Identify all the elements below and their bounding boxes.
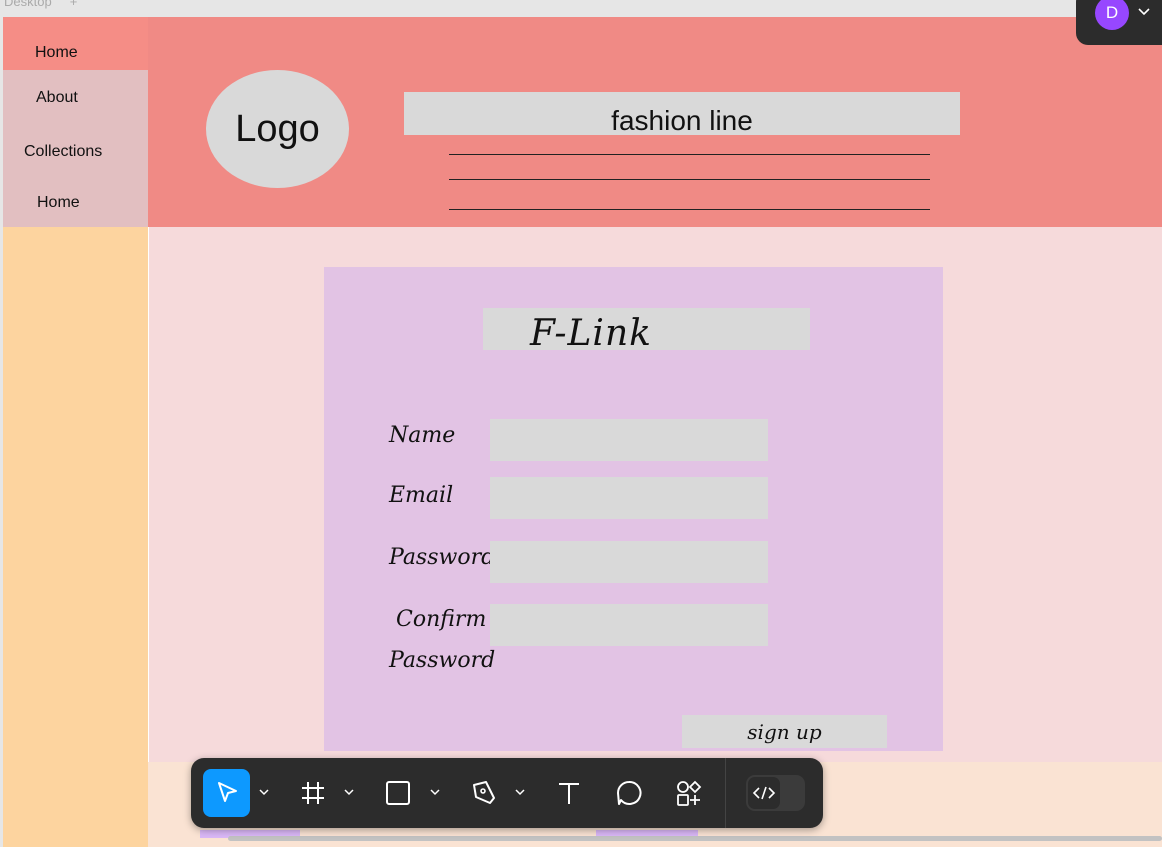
brand-title: fashion line (404, 92, 960, 135)
avatar[interactable]: D (1095, 0, 1129, 30)
frame-name: Desktop (4, 0, 52, 9)
sidebar-item-home-2[interactable]: Home (37, 194, 80, 212)
design-canvas: Home About Collections Home Logo fashion… (3, 17, 1162, 847)
pen-options-chevron[interactable] (514, 786, 526, 798)
password-label: Password (389, 545, 496, 570)
comment-icon (616, 780, 641, 805)
toolbar-divider (725, 758, 726, 828)
chevron-down-icon (259, 789, 269, 796)
confirm-password-label-line1: Confirm (396, 607, 487, 632)
sidebar: Home About Collections Home (3, 17, 148, 847)
header-rule-3 (449, 209, 930, 210)
horizontal-scrollbar[interactable] (228, 836, 1162, 841)
text-icon (558, 783, 579, 804)
name-label: Name (389, 423, 456, 448)
text-tool[interactable] (545, 769, 592, 817)
pen-icon (472, 781, 495, 804)
rectangle-tool[interactable] (374, 769, 421, 817)
header-rule-2 (449, 179, 930, 180)
content-divider (148, 227, 149, 762)
move-options-chevron[interactable] (258, 786, 270, 798)
sidebar-item-about[interactable]: About (36, 89, 78, 107)
email-field[interactable] (490, 477, 768, 519)
shape-options-chevron[interactable] (429, 786, 441, 798)
sidebar-menu: Home About Collections Home (3, 17, 148, 227)
chevron-down-icon (430, 789, 440, 796)
dev-mode-knob (748, 777, 780, 809)
user-menu[interactable]: D (1076, 0, 1162, 45)
confirm-password-label-line2: Password (389, 648, 496, 673)
frame-add-icon[interactable]: + (70, 0, 78, 9)
dev-mode-toggle[interactable] (746, 775, 805, 811)
sign-up-button[interactable]: sign up (682, 715, 887, 748)
chevron-down-icon (515, 789, 525, 796)
design-toolbar (191, 758, 823, 828)
frame-icon (301, 782, 324, 804)
move-icon (217, 782, 237, 802)
frame-label[interactable]: Desktop + (4, 0, 77, 9)
pen-tool[interactable] (460, 769, 507, 817)
sidebar-item-collections[interactable]: Collections (24, 143, 102, 161)
actions-tool[interactable] (665, 769, 712, 817)
frame-tool[interactable] (289, 769, 336, 817)
chevron-down-icon (1138, 8, 1150, 16)
logo: Logo (206, 70, 349, 188)
chevron-down-icon (344, 789, 354, 796)
confirm-password-field[interactable] (490, 604, 768, 646)
signup-card: F-Link Name Email Password Confirm Passw… (324, 267, 943, 751)
actions-icon (676, 780, 701, 806)
comment-tool[interactable] (605, 769, 652, 817)
header-rule-1 (449, 154, 930, 155)
move-tool[interactable] (203, 769, 250, 817)
code-icon (752, 786, 776, 800)
name-field[interactable] (490, 419, 768, 461)
frame-options-chevron[interactable] (343, 786, 355, 798)
sidebar-item-home[interactable]: Home (35, 44, 78, 62)
email-label: Email (389, 483, 454, 508)
password-field[interactable] (490, 541, 768, 583)
rectangle-icon (385, 781, 410, 805)
form-title: F-Link (483, 308, 810, 354)
